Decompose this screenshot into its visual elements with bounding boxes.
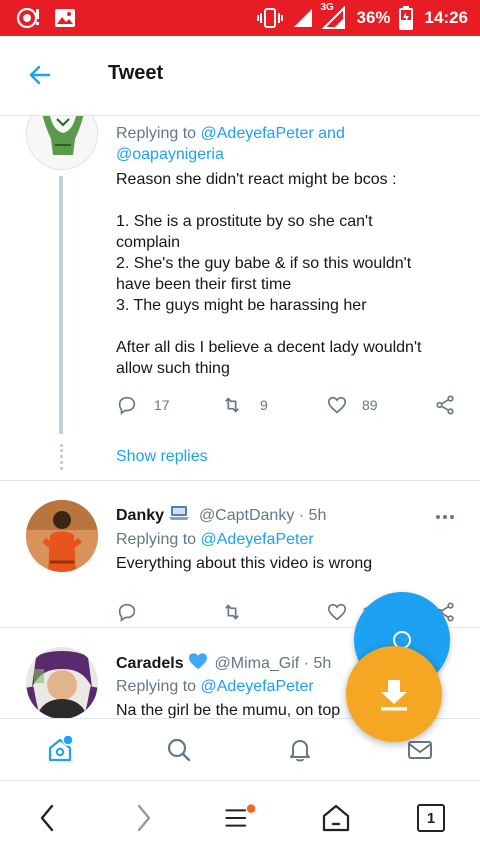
user-handle[interactable]: @Mima_Gif: [215, 655, 300, 672]
mention-link[interactable]: @oapaynigeria: [116, 146, 224, 163]
back-arrow-icon: [29, 65, 51, 85]
status-right-icons: 3G 36% 14:26: [256, 0, 468, 36]
clock: 14:26: [424, 8, 468, 27]
download-button[interactable]: [346, 646, 442, 742]
tweet-text: Reason she didn't react might be bcos : …: [116, 169, 466, 379]
chevron-left-icon: [40, 804, 54, 832]
avatar[interactable]: [26, 647, 98, 718]
browser-home-button[interactable]: [319, 801, 353, 835]
browser-nav-bar: 1: [0, 780, 480, 854]
like-button[interactable]: 89: [326, 394, 378, 416]
tweet-reply-1[interactable]: Replying to @AdeyefaPeter and @oapaynige…: [0, 116, 480, 480]
retweet-count: 9: [260, 397, 268, 413]
text-line: After all dis I believe a decent lady wo…: [116, 339, 422, 356]
nav-notifications[interactable]: [285, 735, 315, 765]
battery-charging-icon: [398, 6, 413, 30]
home-outline-icon: [322, 804, 350, 832]
text-line: Reason she didn't react might be bcos :: [116, 171, 397, 188]
browser-menu-button[interactable]: [223, 801, 257, 835]
display-name[interactable]: Danky: [116, 507, 164, 524]
tab-count: 1: [426, 809, 436, 827]
heart-icon: [327, 603, 347, 621]
reply-button[interactable]: 17: [116, 394, 170, 416]
replying-to: Replying to @AdeyefaPeter: [116, 529, 314, 550]
tweet-text: Na the girl be the mumu, on top: [116, 702, 341, 718]
retweet-icon: [224, 397, 240, 413]
search-icon: [167, 738, 191, 762]
network-3g-signal-icon: 3G: [320, 2, 348, 30]
and-text: and: [318, 125, 345, 142]
app-root: 3G 36% 14:26 Replying to @AdeyefaPeter a…: [0, 0, 480, 854]
text-line: 3. The guys might be harassing her: [116, 297, 367, 314]
thread-dots: [60, 444, 63, 470]
nav-home[interactable]: [45, 735, 75, 765]
home-icon: [48, 736, 74, 762]
replying-label: Replying to: [116, 531, 197, 548]
retweet-icon: [224, 604, 240, 620]
reply-icon: [118, 396, 136, 415]
nav-messages[interactable]: [405, 735, 435, 765]
browser-tabs-button[interactable]: 1: [414, 801, 448, 835]
tweet-time: · 5h: [303, 655, 332, 673]
tweet-time: · 5h: [298, 507, 327, 525]
tweet-header: Danky @CaptDanky · 5h: [116, 505, 456, 527]
tabs-icon: 1: [417, 804, 445, 832]
download-icon: [381, 680, 407, 711]
vibrate-icon: [256, 7, 284, 29]
more-options-icon[interactable]: [434, 509, 456, 521]
status-bar: 3G 36% 14:26: [0, 0, 480, 36]
blue-heart-icon: [188, 652, 208, 676]
text-line: 2. She's the guy babe & if so this would…: [116, 255, 412, 272]
show-replies-link[interactable]: Show replies: [116, 448, 208, 466]
avatar[interactable]: [26, 500, 98, 572]
browser-forward-button[interactable]: [127, 801, 161, 835]
text-line: [116, 190, 466, 211]
replying-to: Replying to @AdeyefaPeter: [116, 676, 314, 697]
reply-count: 17: [154, 397, 170, 413]
share-button[interactable]: [434, 394, 456, 416]
text-line: [116, 316, 466, 337]
reply-icon: [118, 603, 136, 622]
gallery-icon: [54, 8, 76, 28]
text-line: 1. She is a prostitute by so she can't: [116, 213, 373, 230]
mail-icon: [408, 741, 432, 759]
mention-link[interactable]: @AdeyefaPeter: [201, 125, 314, 142]
browser-back-button[interactable]: [30, 801, 64, 835]
share-icon: [436, 395, 454, 415]
app-header: Tweet: [0, 36, 480, 116]
user-handle[interactable]: @CaptDanky: [199, 507, 294, 524]
bell-icon: [290, 740, 310, 762]
replying-label: Replying to: [116, 125, 197, 142]
nav-search[interactable]: [164, 735, 194, 765]
network-type: 3G: [320, 2, 334, 13]
mention-link[interactable]: @AdeyefaPeter: [201, 531, 314, 548]
retweet-button[interactable]: 9: [220, 394, 268, 416]
display-name[interactable]: Caradels: [116, 655, 184, 672]
like-count: 89: [362, 397, 378, 413]
battery-percent: 36%: [356, 8, 391, 27]
avatar[interactable]: [26, 116, 98, 170]
menu-icon: [225, 804, 256, 827]
thread-line: [59, 176, 63, 434]
text-line: complain: [116, 234, 181, 251]
status-left-icons: [0, 7, 76, 29]
laptop-emoji-icon: [168, 505, 190, 527]
text-line: have been their first time: [116, 276, 292, 293]
record-icon: [16, 7, 40, 29]
signal-icon: [292, 7, 314, 29]
heart-icon: [327, 396, 347, 414]
tweet-text: Everything about this video is wrong: [116, 555, 373, 572]
replying-label: Replying to: [116, 678, 197, 695]
page-title: Tweet: [108, 62, 164, 84]
back-button[interactable]: [22, 60, 58, 90]
replying-to: Replying to @AdeyefaPeter and @oapaynige…: [116, 123, 456, 165]
chevron-right-icon: [137, 804, 151, 832]
mention-link[interactable]: @AdeyefaPeter: [201, 678, 314, 695]
text-line: allow such thing: [116, 360, 230, 377]
reply-button[interactable]: [116, 601, 138, 623]
retweet-button[interactable]: [220, 601, 244, 623]
